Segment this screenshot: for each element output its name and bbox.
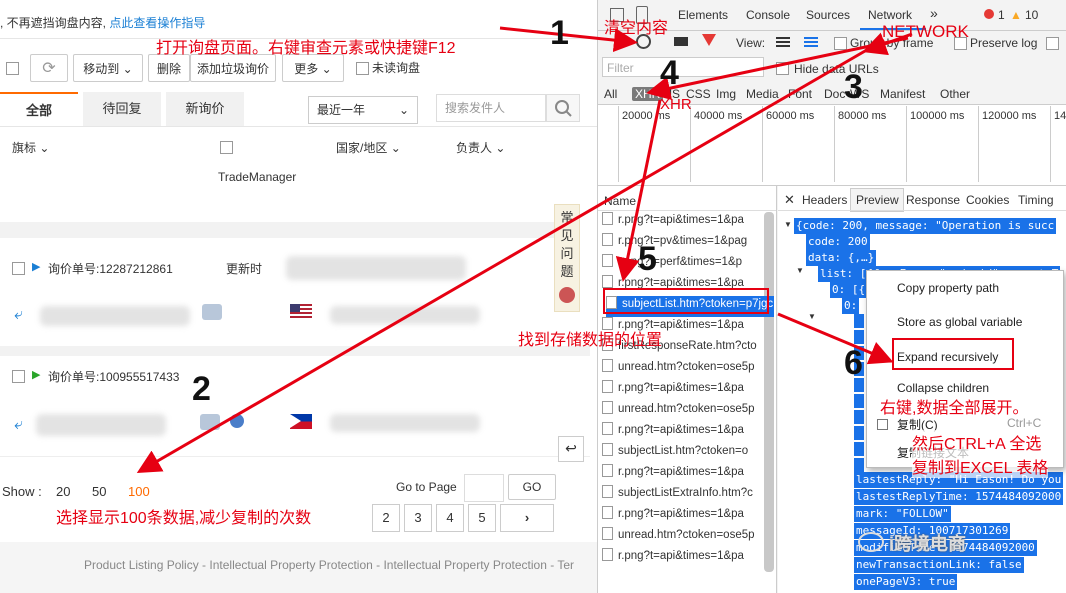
annotation-network: NETWORK bbox=[882, 22, 969, 41]
step-number-6: 6 bbox=[844, 344, 863, 382]
annotation-find-data: 找到存储数据的位置 bbox=[518, 332, 663, 349]
step-number-2: 2 bbox=[192, 370, 211, 408]
request-highlight-box bbox=[603, 288, 769, 314]
arrow-6 bbox=[777, 312, 894, 365]
annotation-ctrl-a: 然后CTRL+A 全选 bbox=[912, 430, 1042, 454]
step-number-4: 4 bbox=[660, 54, 679, 92]
annotation-copy-excel: 复制到EXCEL 表格 bbox=[912, 454, 1049, 478]
annotation-show-100: 选择显示100条数据,减少复制的次数 bbox=[56, 510, 312, 527]
step-number-1: 1 bbox=[550, 14, 569, 52]
annotation-clear: 清空内容 bbox=[604, 20, 669, 37]
annotation-expand-all: 右键,数据全部展开。 bbox=[880, 394, 1029, 418]
annotation-open-inquiry: 打开询盘页面。右键审查元素或快捷键F12 bbox=[156, 40, 456, 57]
step-number-5: 5 bbox=[638, 240, 657, 278]
step-number-3: 3 bbox=[844, 68, 863, 106]
arrow-2 bbox=[136, 38, 885, 474]
arrow-4 bbox=[646, 36, 909, 101]
watermark: i跨境电商 bbox=[858, 530, 966, 556]
annotation-xhr: XHR bbox=[660, 96, 692, 113]
wechat-icon bbox=[858, 532, 884, 552]
